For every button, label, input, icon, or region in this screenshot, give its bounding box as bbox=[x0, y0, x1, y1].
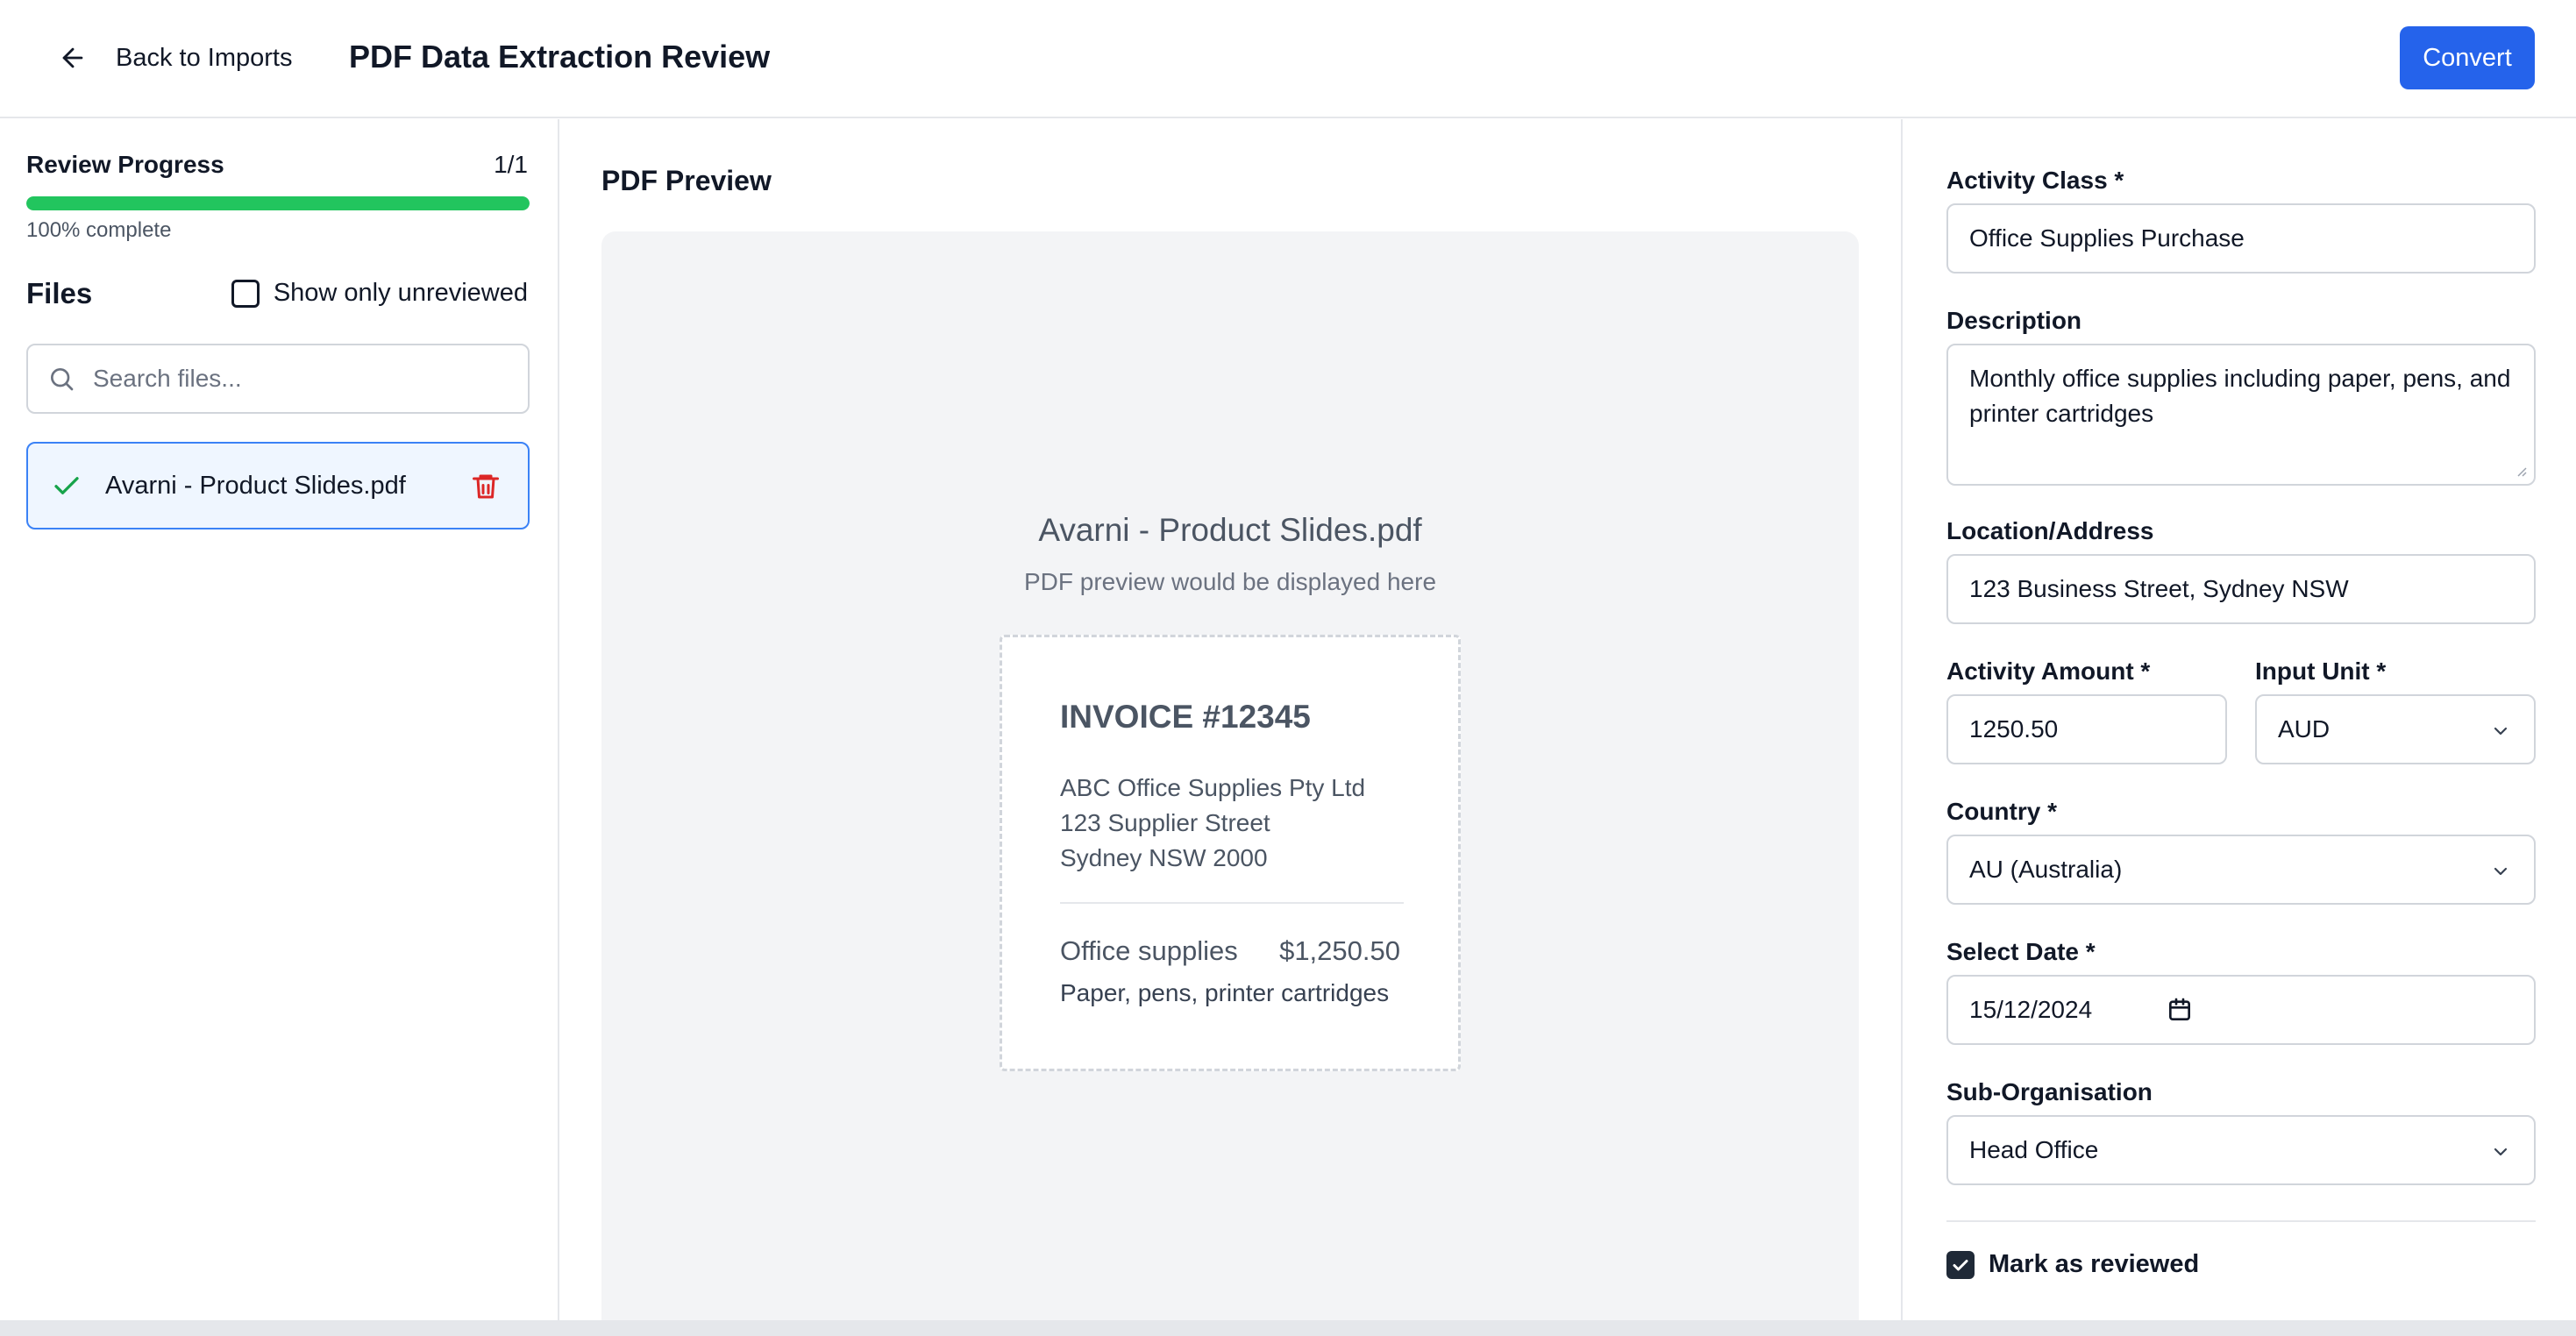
sub-organisation-label: Sub-Organisation bbox=[1946, 1078, 2153, 1105]
back-to-imports-label: Back to Imports bbox=[116, 43, 293, 72]
files-heading: Files bbox=[26, 277, 93, 309]
show-only-unreviewed-toggle[interactable]: Show only unreviewed bbox=[231, 279, 528, 308]
invoice-amount: $1,250.50 bbox=[1279, 935, 1400, 966]
location-label: Location/Address bbox=[1946, 517, 2154, 544]
review-progress-bar bbox=[26, 196, 530, 210]
calendar-icon[interactable] bbox=[2166, 996, 2194, 1024]
description-text: Monthly office supplies including paper,… bbox=[1969, 365, 2511, 427]
top-header: Back to Imports PDF Data Extraction Revi… bbox=[0, 0, 2576, 118]
mark-as-reviewed-checkbox[interactable] bbox=[1946, 1250, 1975, 1279]
bottom-scroll-area bbox=[0, 1320, 2576, 1336]
show-only-unreviewed-checkbox[interactable] bbox=[231, 279, 260, 308]
pdf-preview-placeholder-text: PDF preview would be displayed here bbox=[1023, 568, 1437, 595]
description-textarea[interactable]: Monthly office supplies including paper,… bbox=[1946, 344, 2536, 486]
form-divider bbox=[1946, 1220, 2536, 1222]
invoice-address-line: 123 Supplier Street bbox=[1060, 809, 1270, 836]
select-date-label: Select Date * bbox=[1946, 938, 2096, 965]
review-progress-count: 1/1 bbox=[494, 151, 528, 178]
date-value: 15/12/2024 bbox=[1969, 996, 2093, 1023]
file-search-box[interactable] bbox=[26, 344, 530, 414]
country-value: AU (Australia) bbox=[1969, 856, 2123, 883]
files-sidebar: Review Progress 1/1 100% complete Files … bbox=[0, 119, 559, 1320]
review-progress-title: Review Progress bbox=[26, 151, 224, 178]
search-icon bbox=[51, 368, 74, 391]
chevron-down-icon bbox=[2494, 727, 2508, 736]
file-list-item[interactable]: Avarni - Product Slides.pdf bbox=[26, 442, 530, 529]
invoice-address: ABC Office Supplies Pty Ltd 123 Supplier… bbox=[1060, 771, 1365, 876]
trash-icon[interactable] bbox=[470, 471, 502, 502]
back-to-imports-link[interactable]: Back to Imports bbox=[58, 37, 292, 79]
arrow-left-icon bbox=[62, 47, 83, 68]
date-input[interactable]: 15/12/2024 bbox=[1946, 975, 2536, 1045]
invoice-item-description: Paper, pens, printer cartridges bbox=[1060, 979, 1390, 1006]
resize-grip-icon[interactable] bbox=[2513, 463, 2527, 477]
file-name: Avarni - Product Slides.pdf bbox=[105, 471, 406, 500]
pdf-preview-section: PDF Preview Avarni - Product Slides.pdf … bbox=[561, 119, 1901, 1336]
extraction-form-panel: Activity Class * Office Supplies Purchas… bbox=[1901, 119, 2576, 1320]
description-label: Description bbox=[1946, 307, 2082, 334]
input-unit-select[interactable]: AUD bbox=[2255, 694, 2536, 764]
chevron-down-icon bbox=[2494, 867, 2508, 876]
invoice-item: Office supplies bbox=[1060, 935, 1238, 966]
activity-amount-input[interactable]: 1250.50 bbox=[1946, 694, 2227, 764]
invoice-card: INVOICE #12345 ABC Office Supplies Pty L… bbox=[1000, 635, 1461, 1071]
location-input[interactable]: 123 Business Street, Sydney NSW bbox=[1946, 554, 2536, 624]
chevron-down-icon bbox=[2494, 1148, 2508, 1156]
show-only-unreviewed-label: Show only unreviewed bbox=[273, 279, 528, 307]
review-progress-percent: 100% complete bbox=[26, 218, 172, 242]
pdf-file-name: Avarni - Product Slides.pdf bbox=[1038, 512, 1422, 548]
activity-class-input[interactable]: Office Supplies Purchase bbox=[1946, 203, 2536, 274]
checkmark-icon bbox=[54, 477, 79, 494]
activity-amount-label: Activity Amount * bbox=[1946, 657, 2151, 685]
invoice-address-line: Sydney NSW 2000 bbox=[1060, 844, 1268, 871]
mark-as-reviewed-label: Mark as reviewed bbox=[1989, 1250, 2200, 1278]
convert-button[interactable]: Convert bbox=[2400, 26, 2535, 89]
activity-class-label: Activity Class * bbox=[1946, 167, 2124, 194]
search-files-input[interactable] bbox=[93, 365, 514, 393]
country-label: Country * bbox=[1946, 798, 2057, 825]
input-unit-label: Input Unit * bbox=[2255, 657, 2387, 685]
country-select[interactable]: AU (Australia) bbox=[1946, 835, 2536, 905]
review-progress-fill bbox=[26, 196, 530, 210]
mark-as-reviewed-toggle[interactable]: Mark as reviewed bbox=[1946, 1250, 2199, 1279]
page-title: PDF Data Extraction Review bbox=[349, 39, 771, 75]
sub-organisation-value: Head Office bbox=[1969, 1136, 2099, 1163]
input-unit-value: AUD bbox=[2278, 715, 2330, 743]
pdf-preview-area[interactable]: Avarni - Product Slides.pdf PDF preview … bbox=[601, 231, 1859, 1336]
invoice-divider bbox=[1060, 902, 1404, 904]
invoice-title: INVOICE #12345 bbox=[1060, 699, 1311, 735]
invoice-address-line: ABC Office Supplies Pty Ltd bbox=[1060, 774, 1366, 801]
checkmark-icon bbox=[1953, 1259, 1968, 1270]
sub-organisation-select[interactable]: Head Office bbox=[1946, 1115, 2536, 1185]
pdf-preview-title: PDF Preview bbox=[601, 165, 772, 196]
